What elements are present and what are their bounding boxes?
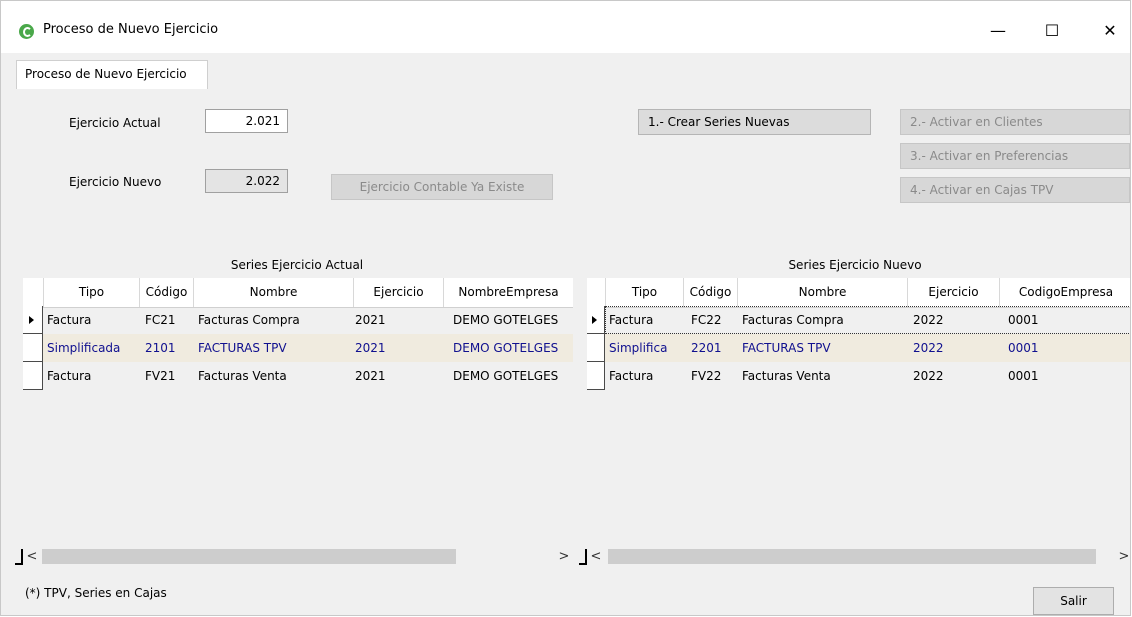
scroll-right-icon[interactable]: > — [557, 548, 571, 565]
row-header[interactable] — [587, 334, 605, 362]
grid-header: Tipo Código Nombre Ejercicio NombreEmpre… — [23, 278, 573, 308]
salir-button[interactable]: Salir — [1033, 587, 1114, 615]
column-header-tipo[interactable]: Tipo — [43, 278, 139, 307]
cell-ejercicio[interactable]: 2021 — [351, 306, 441, 334]
horizontal-scrollbar-actual[interactable]: < > — [25, 548, 573, 565]
series-nuevo-grid: Tipo Código Nombre Ejercicio CodigoEmpre… — [587, 278, 1130, 548]
cell-nombre-empresa[interactable]: DEMO GOTELGES — [449, 306, 573, 334]
column-header-ejercicio[interactable]: Ejercicio — [353, 278, 443, 307]
close-button[interactable]: ✕ — [1087, 17, 1130, 45]
column-header-nombre-empresa[interactable]: NombreEmpresa — [443, 278, 573, 307]
row-header[interactable] — [23, 334, 43, 362]
row-header-corner — [23, 278, 43, 307]
scroll-left-icon[interactable]: < — [25, 548, 39, 565]
ejercicio-contable-existe-button[interactable]: Ejercicio Contable Ya Existe — [331, 174, 553, 200]
ejercicio-actual-field[interactable]: 2.021 — [205, 109, 288, 133]
window-title: Proceso de Nuevo Ejercicio — [43, 22, 219, 37]
current-row-arrow-icon — [592, 316, 597, 324]
ejercicio-nuevo-field[interactable]: 2.022 — [205, 169, 288, 193]
cell-codigo[interactable]: FV21 — [141, 362, 195, 390]
ejercicio-actual-label: Ejercicio Actual — [69, 116, 161, 130]
minimize-button[interactable]: — — [975, 17, 1021, 45]
row-header-corner — [587, 278, 605, 307]
table-row[interactable]: Factura FC21 Facturas Compra 2021 DEMO G… — [23, 306, 573, 334]
scroll-right-icon[interactable]: > — [1117, 548, 1130, 565]
app-logo-icon — [19, 24, 34, 39]
scroll-corner — [15, 549, 23, 565]
ejercicio-nuevo-label: Ejercicio Nuevo — [69, 175, 162, 189]
scroll-corner — [579, 549, 587, 565]
cell-nombre[interactable]: Facturas Compra — [194, 306, 354, 334]
cell-nombre[interactable]: FACTURAS TPV — [738, 334, 908, 362]
cell-nombre-empresa[interactable]: DEMO GOTELGES — [449, 362, 573, 390]
column-header-ejercicio[interactable]: Ejercicio — [907, 278, 999, 307]
scroll-left-icon[interactable]: < — [589, 548, 603, 565]
cell-tipo[interactable]: Factura — [43, 306, 139, 334]
activar-preferencias-button[interactable]: 3.- Activar en Preferencias — [900, 143, 1130, 169]
cell-ejercicio[interactable]: 2021 — [351, 362, 441, 390]
cell-codigo-empresa[interactable]: 0001 — [1004, 334, 1130, 362]
horizontal-scrollbar-nuevo[interactable]: < > — [589, 548, 1130, 565]
series-actual-grid: Tipo Código Nombre Ejercicio NombreEmpre… — [23, 278, 573, 548]
title-bar: Proceso de Nuevo Ejercicio — ☐ ✕ — [1, 1, 1130, 53]
cell-nombre[interactable]: FACTURAS TPV — [194, 334, 354, 362]
crear-series-nuevas-button[interactable]: 1.- Crear Series Nuevas — [638, 109, 871, 135]
current-row-focus — [605, 306, 1130, 334]
scrollbar-thumb[interactable] — [42, 549, 456, 564]
column-header-nombre[interactable]: Nombre — [193, 278, 353, 307]
row-header[interactable] — [587, 362, 605, 390]
row-header[interactable] — [23, 306, 43, 334]
footnote-text: (*) TPV, Series en Cajas — [25, 586, 167, 600]
activar-clientes-button[interactable]: 2.- Activar en Clientes — [900, 109, 1130, 135]
activar-cajas-tpv-button[interactable]: 4.- Activar en Cajas TPV — [900, 177, 1130, 203]
cell-codigo-empresa[interactable]: 0001 — [1004, 362, 1130, 390]
column-header-codigo[interactable]: Código — [683, 278, 737, 307]
table-row[interactable]: Simplifica 2201 FACTURAS TPV 2022 0001 — [587, 334, 1130, 362]
cell-nombre[interactable]: Facturas Venta — [738, 362, 908, 390]
cell-tipo[interactable]: Simplifica — [605, 334, 683, 362]
scrollbar-thumb[interactable] — [608, 549, 1096, 564]
current-row-arrow-icon — [29, 316, 34, 324]
cell-tipo[interactable]: Factura — [43, 362, 139, 390]
tab-proceso-nuevo-ejercicio[interactable]: Proceso de Nuevo Ejercicio — [16, 60, 208, 89]
table-row[interactable]: Factura FV22 Facturas Venta 2022 0001 — [587, 362, 1130, 390]
table-row[interactable]: Simplificada 2101 FACTURAS TPV 2021 DEMO… — [23, 334, 573, 362]
tab-strip: Proceso de Nuevo Ejercicio — [1, 53, 1130, 89]
grid-header: Tipo Código Nombre Ejercicio CodigoEmpre… — [587, 278, 1130, 308]
table-row[interactable]: Factura FV21 Facturas Venta 2021 DEMO GO… — [23, 362, 573, 390]
cell-ejercicio[interactable]: 2021 — [351, 334, 441, 362]
row-header[interactable] — [23, 362, 43, 390]
cell-codigo[interactable]: 2201 — [687, 334, 741, 362]
cell-ejercicio[interactable]: 2022 — [909, 362, 1001, 390]
maximize-button[interactable]: ☐ — [1029, 17, 1075, 45]
cell-nombre[interactable]: Facturas Venta — [194, 362, 354, 390]
cell-tipo[interactable]: Simplificada — [43, 334, 139, 362]
cell-codigo[interactable]: 2101 — [141, 334, 195, 362]
row-header[interactable] — [587, 306, 605, 334]
series-actual-caption: Series Ejercicio Actual — [230, 258, 364, 272]
cell-codigo[interactable]: FC21 — [141, 306, 195, 334]
cell-ejercicio[interactable]: 2022 — [909, 334, 1001, 362]
cell-tipo[interactable]: Factura — [605, 362, 683, 390]
column-header-nombre[interactable]: Nombre — [737, 278, 907, 307]
column-header-codigo[interactable]: Código — [139, 278, 193, 307]
series-nuevo-caption: Series Ejercicio Nuevo — [788, 258, 922, 272]
cell-codigo[interactable]: FV22 — [687, 362, 741, 390]
cell-nombre-empresa[interactable]: DEMO GOTELGES — [449, 334, 573, 362]
main-window: Proceso de Nuevo Ejercicio — ☐ ✕ Proceso… — [0, 0, 1131, 616]
column-header-codigo-empresa[interactable]: CodigoEmpresa — [999, 278, 1130, 307]
column-header-tipo[interactable]: Tipo — [605, 278, 683, 307]
